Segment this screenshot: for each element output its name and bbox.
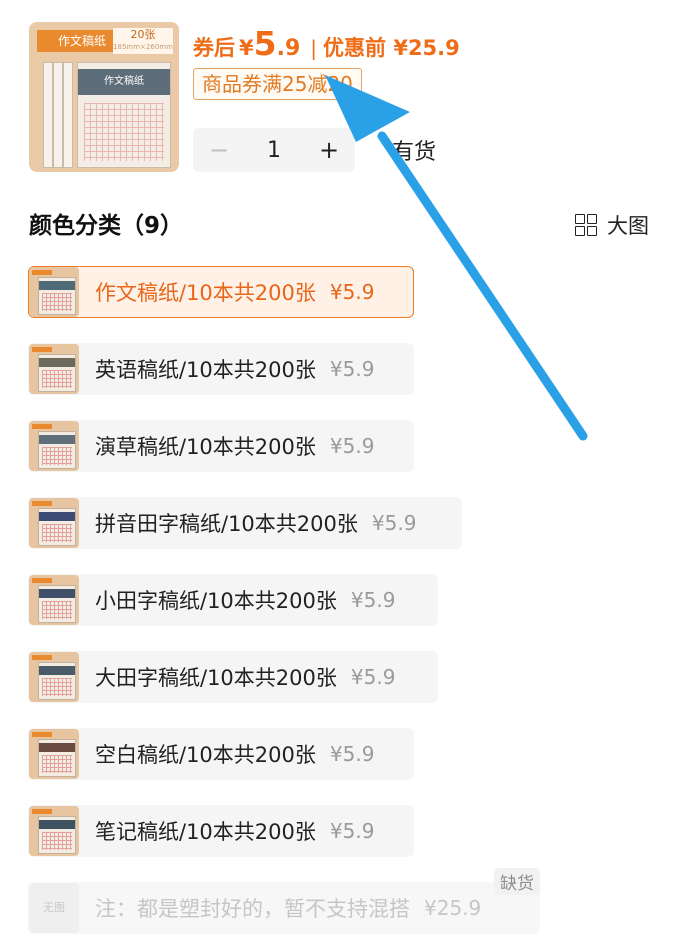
option-name: 拼音田字稿纸/10本共200张 [95,512,358,536]
option-price: ¥5.9 [329,819,375,843]
option-price: ¥5.9 [329,280,375,304]
option-price: ¥5.9 [329,742,375,766]
thumb-book-cover: 作文稿纸 [77,62,171,168]
option-price: ¥5.9 [329,434,375,458]
sold-out-badge: 缺货 [494,868,540,895]
thumb-book-grid [84,103,164,161]
sku-option-8[interactable]: 笔记稿纸/10本共200张 ¥5.9 [28,805,414,857]
sku-option-4[interactable]: 拼音田字稿纸/10本共200张 ¥5.9 [28,497,462,549]
quantity-stepper: − 1 + [193,128,355,172]
option-price: ¥5.9 [329,357,375,381]
option-thumbnail [29,267,79,317]
sku-option-1[interactable]: 作文稿纸/10本共200张 ¥5.9 [28,266,414,318]
option-thumbnail [29,729,79,779]
option-price: ¥5.9 [371,511,417,535]
price-integer: 5 [253,24,277,63]
thumb-count: 20张 185mm×260mm [113,28,173,54]
option-price: ¥5.9 [350,588,396,612]
price-currency: ¥ [239,36,254,60]
sku-option-9[interactable]: 无图 注：都是塑封好的，暂不支持混搭 ¥25.9 缺货 [28,868,540,934]
thumb-stack-edge [43,62,53,168]
big-view-label: 大图 [607,214,649,238]
option-name: 演草稿纸/10本共200张 [95,435,316,459]
option-name: 英语稿纸/10本共200张 [95,358,316,382]
option-price: ¥5.9 [350,665,396,689]
option-name: 空白稿纸/10本共200张 [95,743,316,767]
increment-button[interactable]: + [303,136,355,164]
option-name: 小田字稿纸/10本共200张 [95,589,337,613]
option-name: 大田字稿纸/10本共200张 [95,666,337,690]
thumb-size-text: 185mm×260mm [113,43,173,51]
quantity-value[interactable]: 1 [245,138,303,163]
section-title: 颜色分类（9） [29,213,184,239]
option-thumbnail [29,344,79,394]
option-thumbnail [29,806,79,856]
grid-icon [575,214,597,236]
option-name: 笔记稿纸/10本共200张 [95,820,316,844]
sku-option-5[interactable]: 小田字稿纸/10本共200张 ¥5.9 [28,574,438,626]
option-thumbnail [29,652,79,702]
decrement-button[interactable]: − [193,136,245,164]
sku-option-6[interactable]: 大田字稿纸/10本共200张 ¥5.9 [28,651,438,703]
product-thumbnail[interactable]: 作文稿纸 20张 185mm×260mm 作文稿纸 [29,22,179,172]
price-before-discount: 优惠前 ¥25.9 [323,36,460,60]
price-line: 券后 ¥ 5 .9 | 优惠前 ¥25.9 [193,24,460,68]
big-view-button[interactable]: 大图 [575,210,649,240]
sku-option-2[interactable]: 英语稿纸/10本共200张 ¥5.9 [28,343,414,395]
option-name: 作文稿纸/10本共200张 [95,281,316,305]
sku-selector-panel: 作文稿纸 20张 185mm×260mm 作文稿纸 券后 ¥ 5 .9 | 优惠… [0,0,684,944]
stock-status: 有货 [392,140,437,165]
price-after-label: 券后 [193,36,235,60]
price-decimal: .9 [276,36,301,61]
thumb-stack-edge [53,62,63,168]
price-separator: | [310,36,318,60]
sku-option-7[interactable]: 空白稿纸/10本共200张 ¥5.9 [28,728,414,780]
option-thumbnail [29,575,79,625]
thumb-stack-edge [63,62,73,168]
sku-option-3[interactable]: 演草稿纸/10本共200张 ¥5.9 [28,420,414,472]
option-thumbnail: 无图 [29,883,79,933]
option-thumbnail [29,498,79,548]
coupon-badge[interactable]: 商品券满25减20 [193,68,362,100]
option-name: 注：都是塑封好的，暂不支持混搭 [95,897,410,921]
thumb-book-title: 作文稿纸 [78,69,170,95]
option-thumbnail [29,421,79,471]
option-price: ¥25.9 [424,896,482,920]
thumb-count-text: 20张 [130,28,156,41]
